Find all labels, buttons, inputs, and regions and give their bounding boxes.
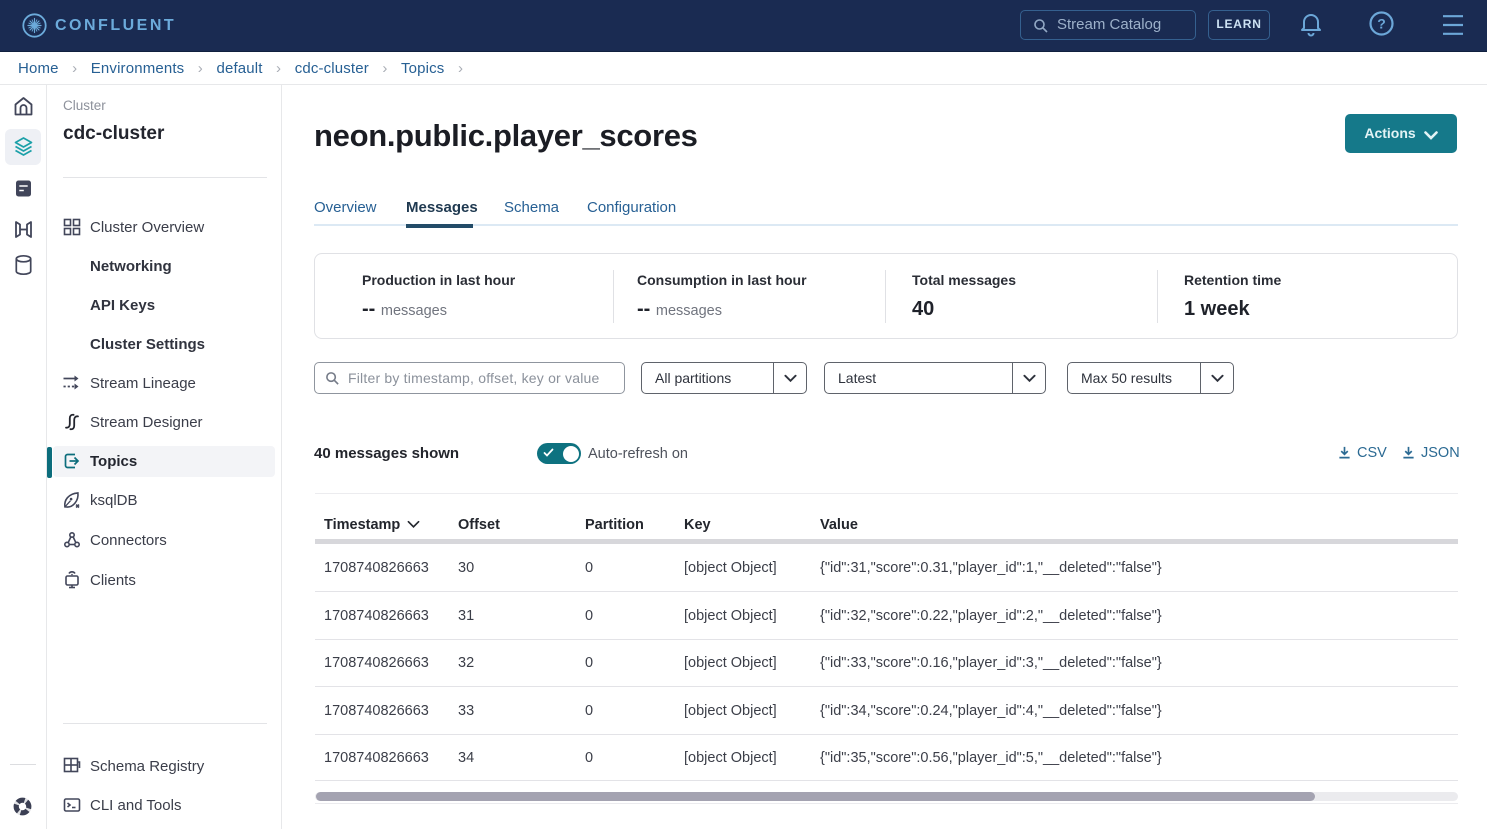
svg-text:?: ?: [1377, 16, 1386, 32]
